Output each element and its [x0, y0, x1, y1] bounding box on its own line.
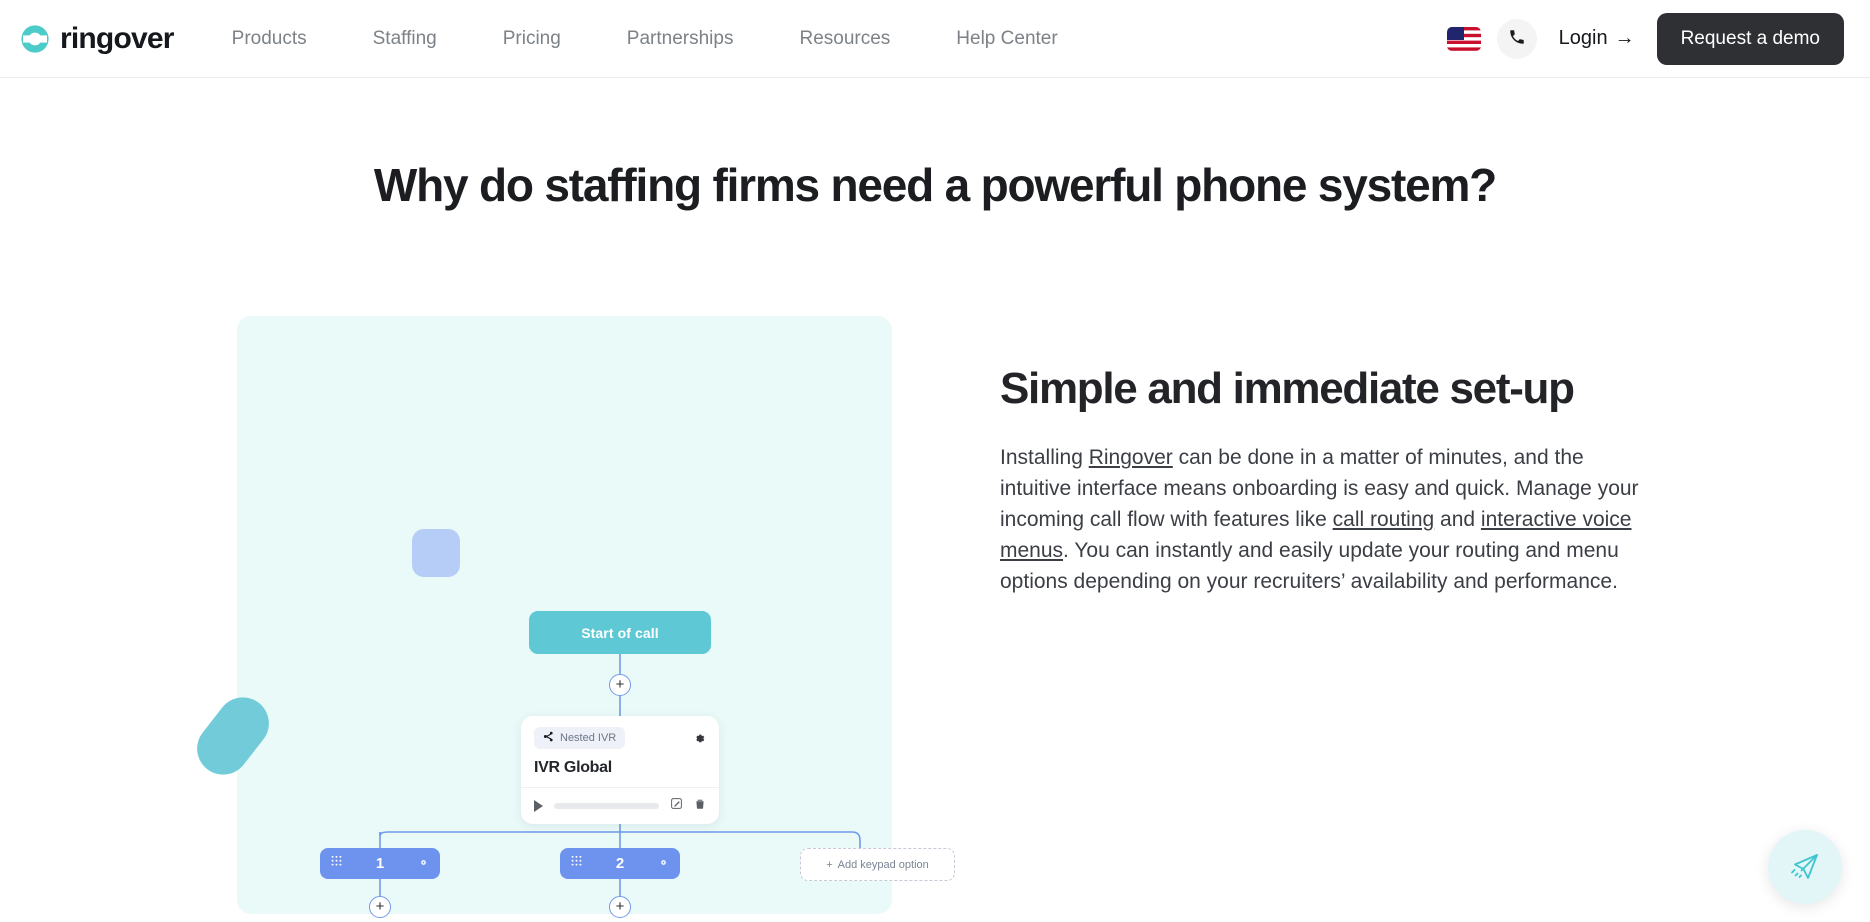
keypad-grid-icon — [331, 855, 342, 872]
header-actions: Login → Request a demo — [1446, 12, 1844, 65]
paper-plane-send-icon — [1789, 850, 1821, 885]
phone-button[interactable] — [1496, 18, 1537, 59]
paragraph-part-1: Installing — [1000, 446, 1089, 469]
gear-icon[interactable] — [418, 855, 429, 872]
us-flag-icon[interactable] — [1446, 26, 1481, 51]
ivr-global-card[interactable]: Nested IVR IVR Global — [521, 716, 719, 824]
nav-item-help-center[interactable]: Help Center — [923, 28, 1090, 50]
play-icon[interactable] — [534, 800, 543, 812]
add-node-button-1[interactable]: + — [609, 674, 631, 696]
keypad-grid-icon — [571, 855, 582, 872]
add-node-button-3[interactable]: + — [609, 896, 631, 918]
paragraph-part-4: . You can instantly and easily update yo… — [1000, 539, 1619, 594]
ivr-card-header: Nested IVR IVR Global — [521, 716, 719, 787]
nav-item-products[interactable]: Products — [216, 28, 340, 50]
logo-text: ringover — [60, 21, 174, 55]
logo-link[interactable]: ringover — [18, 22, 174, 56]
login-link[interactable]: Login → — [1553, 27, 1641, 50]
keypad-option-2[interactable]: 2 — [560, 848, 680, 879]
ringover-link[interactable]: Ringover — [1089, 446, 1173, 469]
add-node-button-2[interactable]: + — [369, 896, 391, 918]
ivr-audio-row — [521, 788, 719, 824]
ivr-chip-row: Nested IVR — [534, 727, 706, 749]
copy-block: Simple and immediate set-up Installing R… — [1000, 254, 1640, 914]
keypad-option-1[interactable]: 1 — [320, 848, 440, 879]
paragraph-part-3: and — [1434, 508, 1481, 532]
nav-item-pricing[interactable]: Pricing — [470, 28, 594, 50]
nav-item-partnerships[interactable]: Partnerships — [594, 28, 767, 50]
edit-pencil-icon[interactable] — [670, 797, 683, 815]
add-keypad-option-label: Add keypad option — [837, 858, 929, 871]
ivr-card-title: IVR Global — [534, 759, 612, 776]
section-heading: Simple and immediate set-up — [1000, 364, 1575, 413]
keypad-option-1-digit: 1 — [375, 855, 385, 872]
page-title: Why do staffing firms need a powerful ph… — [373, 159, 1497, 211]
plus-icon: + — [826, 858, 833, 871]
nav-item-staffing[interactable]: Staffing — [340, 28, 470, 50]
decorative-square-shape — [412, 529, 460, 577]
nested-ivr-chip-label: Nested IVR — [560, 732, 617, 744]
ringover-ring-icon — [18, 22, 52, 56]
gear-icon[interactable] — [658, 855, 669, 872]
arrow-right-icon: → — [1614, 27, 1635, 49]
start-of-call-node[interactable]: Start of call — [529, 611, 711, 654]
trash-icon[interactable] — [694, 797, 706, 815]
main-navigation: Products Staffing Pricing Partnerships R… — [216, 28, 1091, 50]
send-message-fab[interactable] — [1768, 830, 1842, 904]
request-demo-button[interactable]: Request a demo — [1656, 12, 1844, 65]
login-label: Login — [1558, 27, 1608, 49]
share-nodes-icon — [543, 731, 554, 745]
gear-icon[interactable] — [693, 732, 706, 745]
keypad-option-2-digit: 2 — [615, 855, 625, 872]
content-section: Start of call + Nested IVR IVR Global 1 … — [0, 254, 1870, 918]
add-keypad-option-button[interactable]: + Add keypad option — [800, 848, 955, 881]
audio-progress-bar[interactable] — [554, 803, 659, 809]
nested-ivr-chip[interactable]: Nested IVR — [534, 727, 626, 749]
site-header: ringover Products Staffing Pricing Partn… — [0, 0, 1870, 78]
call-routing-link[interactable]: call routing — [1333, 508, 1435, 531]
nav-item-resources[interactable]: Resources — [766, 28, 923, 50]
phone-icon — [1508, 28, 1526, 49]
section-paragraph: Installing Ringover can be done in a mat… — [1000, 442, 1640, 597]
ivr-flow-illustration: Start of call + Nested IVR IVR Global 1 … — [0, 254, 1000, 918]
